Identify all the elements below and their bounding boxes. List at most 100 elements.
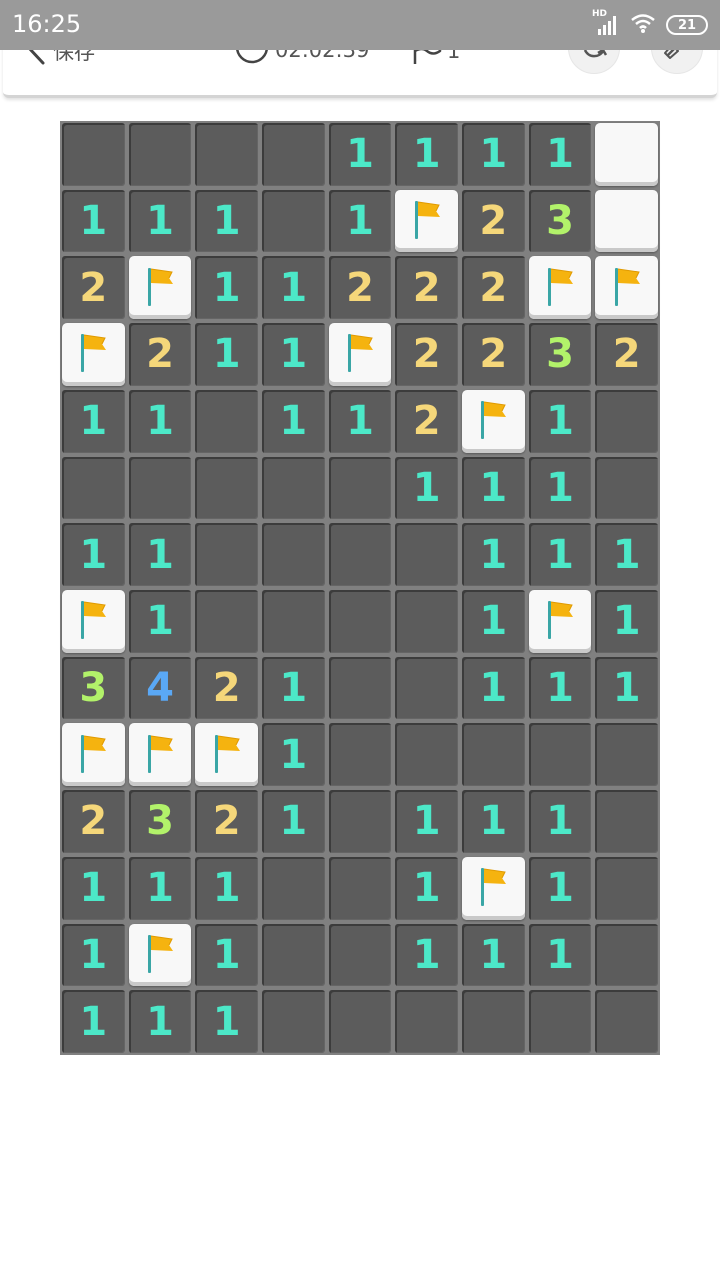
empty-cell[interactable] [395,590,458,653]
empty-cell[interactable] [195,456,258,520]
number-cell[interactable]: 1 [528,389,592,453]
flagged-cell[interactable] [462,389,525,453]
number-cell[interactable]: 2 [595,323,658,386]
number-cell[interactable]: 1 [528,456,592,520]
empty-cell[interactable] [528,723,592,787]
empty-cell[interactable] [395,990,458,1053]
empty-cell[interactable] [328,790,392,853]
number-cell[interactable]: 1 [262,389,325,453]
flagged-cell[interactable] [62,323,125,386]
number-cell[interactable]: 2 [395,389,458,453]
empty-cell[interactable] [328,656,392,720]
number-cell[interactable]: 4 [128,656,192,720]
number-cell[interactable]: 3 [62,656,125,720]
number-cell[interactable]: 1 [528,856,592,920]
number-cell[interactable]: 1 [262,790,325,853]
number-cell[interactable]: 1 [595,590,658,653]
number-cell[interactable]: 1 [595,656,658,720]
number-cell[interactable]: 1 [128,189,192,253]
number-cell[interactable]: 1 [395,456,458,520]
number-cell[interactable]: 2 [328,256,392,320]
flagged-cell[interactable] [328,323,392,386]
number-cell[interactable]: 1 [195,189,258,253]
number-cell[interactable]: 1 [262,723,325,787]
number-cell[interactable]: 1 [195,323,258,386]
number-cell[interactable]: 1 [328,389,392,453]
empty-cell[interactable] [128,123,192,186]
number-cell[interactable]: 3 [128,790,192,853]
empty-cell[interactable] [462,723,525,787]
flagged-cell[interactable] [595,256,658,320]
empty-cell[interactable] [328,990,392,1053]
number-cell[interactable]: 1 [528,790,592,853]
empty-cell[interactable] [262,189,325,253]
empty-cell[interactable] [195,389,258,453]
number-cell[interactable]: 1 [128,990,192,1053]
number-cell[interactable]: 1 [195,856,258,920]
number-cell[interactable]: 2 [128,323,192,386]
number-cell[interactable]: 1 [195,923,258,987]
flagged-cell[interactable] [128,723,192,787]
number-cell[interactable]: 2 [62,256,125,320]
empty-cell[interactable] [328,456,392,520]
empty-cell[interactable] [195,523,258,586]
number-cell[interactable]: 1 [462,523,525,586]
empty-cell[interactable] [62,456,125,520]
number-cell[interactable]: 2 [462,256,525,320]
empty-cell[interactable] [262,923,325,987]
empty-cell[interactable] [262,590,325,653]
number-cell[interactable]: 1 [528,523,592,586]
empty-cell[interactable] [395,723,458,787]
empty-cell[interactable] [262,523,325,586]
unrevealed-cell[interactable] [595,123,658,186]
empty-cell[interactable] [262,456,325,520]
number-cell[interactable]: 1 [462,456,525,520]
flagged-cell[interactable] [128,256,192,320]
number-cell[interactable]: 1 [528,656,592,720]
number-cell[interactable]: 1 [395,790,458,853]
empty-cell[interactable] [528,990,592,1053]
number-cell[interactable]: 1 [128,389,192,453]
number-cell[interactable]: 2 [462,189,525,253]
number-cell[interactable]: 1 [62,523,125,586]
number-cell[interactable]: 1 [328,189,392,253]
flagged-cell[interactable] [528,256,592,320]
empty-cell[interactable] [595,990,658,1053]
empty-cell[interactable] [595,389,658,453]
number-cell[interactable]: 1 [262,256,325,320]
number-cell[interactable]: 1 [62,856,125,920]
flagged-cell[interactable] [395,189,458,253]
empty-cell[interactable] [595,790,658,853]
number-cell[interactable]: 1 [195,256,258,320]
number-cell[interactable]: 1 [62,389,125,453]
flagged-cell[interactable] [128,923,192,987]
number-cell[interactable]: 1 [328,123,392,186]
number-cell[interactable]: 1 [128,856,192,920]
number-cell[interactable]: 2 [195,790,258,853]
flagged-cell[interactable] [62,723,125,787]
number-cell[interactable]: 1 [62,189,125,253]
empty-cell[interactable] [128,456,192,520]
number-cell[interactable]: 1 [128,523,192,586]
number-cell[interactable]: 1 [395,923,458,987]
number-cell[interactable]: 2 [395,323,458,386]
empty-cell[interactable] [595,456,658,520]
number-cell[interactable]: 3 [528,323,592,386]
number-cell[interactable]: 1 [195,990,258,1053]
empty-cell[interactable] [395,656,458,720]
number-cell[interactable]: 1 [262,656,325,720]
number-cell[interactable]: 1 [395,856,458,920]
empty-cell[interactable] [328,523,392,586]
number-cell[interactable]: 1 [462,123,525,186]
number-cell[interactable]: 1 [462,656,525,720]
number-cell[interactable]: 1 [528,923,592,987]
empty-cell[interactable] [395,523,458,586]
flagged-cell[interactable] [62,590,125,653]
empty-cell[interactable] [595,856,658,920]
number-cell[interactable]: 2 [462,323,525,386]
empty-cell[interactable] [462,990,525,1053]
number-cell[interactable]: 1 [62,923,125,987]
unrevealed-cell[interactable] [595,189,658,253]
number-cell[interactable]: 1 [262,323,325,386]
number-cell[interactable]: 1 [128,590,192,653]
